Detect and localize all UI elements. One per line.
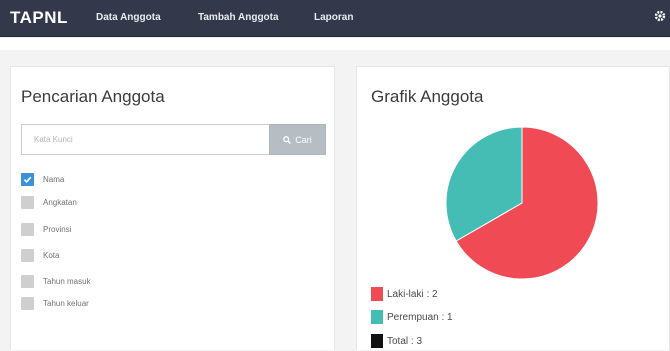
nav-link-data-anggota[interactable]: Data Anggota: [96, 12, 161, 23]
checkbox-nama[interactable]: [21, 172, 34, 186]
search-panel: Pencarian Anggota Cari Nama Angkatan Pro…: [10, 66, 335, 350]
filter-nama[interactable]: Nama: [21, 172, 64, 186]
search-input[interactable]: [21, 124, 269, 155]
brand-logo[interactable]: TAPNL: [10, 8, 68, 28]
legend-item-perempuan: Perempuan : 1: [371, 310, 453, 324]
filter-label: Provinsi: [43, 224, 72, 234]
filter-tahun-keluar[interactable]: Tahun keluar: [21, 296, 89, 310]
filter-label: Nama: [43, 174, 65, 184]
filter-provinsi[interactable]: Provinsi: [21, 222, 71, 236]
checkbox-kota[interactable]: [21, 248, 34, 262]
legend-item-total: Total : 3: [371, 334, 422, 348]
chart-panel: Grafik Anggota Laki-laki : 2 Perempuan :…: [356, 66, 670, 350]
legend-item-laki-laki: Laki-laki : 2: [371, 287, 438, 301]
filter-label: Angkatan: [43, 197, 77, 207]
checkbox-provinsi[interactable]: [21, 222, 34, 236]
legend-swatch: [371, 310, 383, 324]
search-button[interactable]: Cari: [269, 124, 326, 155]
filter-angkatan[interactable]: Angkatan: [21, 195, 77, 209]
filter-label: Tahun keluar: [43, 298, 89, 308]
pie-chart: [445, 126, 599, 280]
filter-label: Kota: [43, 250, 60, 260]
nav-link-tambah-anggota[interactable]: Tambah Anggota: [198, 12, 279, 23]
top-navbar: TAPNL Data Anggota Tambah Anggota Lapora…: [0, 0, 670, 37]
nav-link-laporan[interactable]: Laporan: [314, 12, 353, 23]
legend-label: Total : 3: [387, 335, 423, 347]
checkbox-tahun-masuk[interactable]: [21, 274, 34, 288]
checkmark-icon: [23, 176, 32, 183]
legend-swatch: [371, 334, 383, 348]
filter-kota[interactable]: Kota: [21, 248, 59, 262]
checkbox-tahun-keluar[interactable]: [21, 296, 34, 310]
sub-header-bar: [0, 38, 670, 50]
search-button-label: Cari: [295, 134, 312, 145]
gear-icon[interactable]: [654, 10, 666, 22]
checkbox-angkatan[interactable]: [21, 195, 34, 209]
legend-swatch: [371, 287, 383, 301]
search-icon: [283, 135, 292, 144]
legend-label: Laki-laki : 2: [387, 288, 438, 300]
legend-label: Perempuan : 1: [387, 311, 453, 323]
search-panel-title: Pencarian Anggota: [21, 87, 165, 106]
filter-label: Tahun masuk: [43, 276, 91, 286]
filter-tahun-masuk[interactable]: Tahun masuk: [21, 274, 91, 288]
